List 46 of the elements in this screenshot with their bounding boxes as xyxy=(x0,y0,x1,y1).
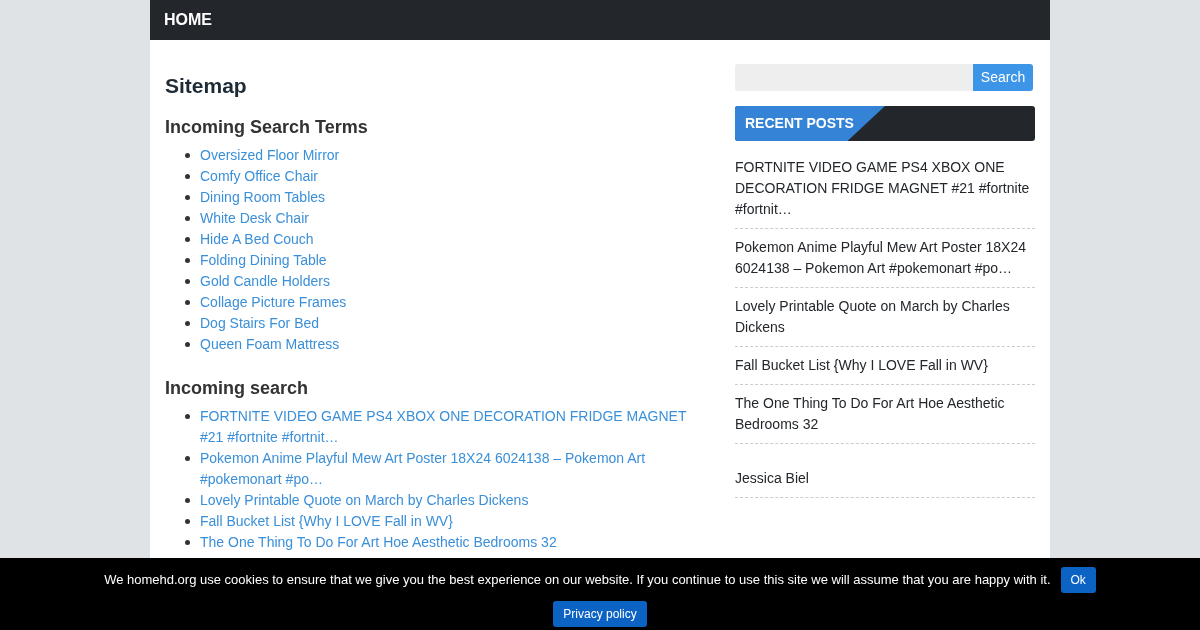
search-field[interactable] xyxy=(735,64,973,91)
sitemap-link[interactable]: Comfy Office Chair xyxy=(200,165,318,187)
section-heading: Incoming search xyxy=(165,376,310,400)
bullet-icon xyxy=(185,173,190,179)
sitemap-link[interactable]: Gold Candle Holders xyxy=(200,270,330,292)
sitemap-link[interactable]: White Desk Chair xyxy=(200,207,309,229)
sitemap-link[interactable]: The One Thing To Do For Art Hoe Aesthetic Bedrooms 32 xyxy=(200,531,557,553)
search-button[interactable]: Search xyxy=(973,64,1033,91)
sitemap-link[interactable]: Queen Foam Mattress xyxy=(200,333,340,355)
bullet-icon xyxy=(185,413,190,419)
widget-title: RECENT POSTS xyxy=(744,114,854,133)
bullet-icon xyxy=(185,236,190,242)
sitemap-link[interactable]: Dining Room Tables xyxy=(200,186,326,208)
recent-post-link[interactable]: Pokemon Anime Playful Mew Art Poster 18X24 6024138 – Pokemon Art #pokemonart #po… xyxy=(735,237,1035,279)
recent-post-link[interactable]: FORTNITE VIDEO GAME PS4 XBOX ONE DECORATION FRIDGE MAGNET #21 #fortnite #fortnit… xyxy=(735,157,1035,220)
page-title: Sitemap xyxy=(165,73,248,99)
sitemap-link[interactable]: Hide A Bed Couch xyxy=(200,228,314,250)
recent-post-link[interactable]: Fall Bucket List {Why I LOVE Fall in WV} xyxy=(735,355,1035,376)
bullet-icon xyxy=(185,341,190,347)
bullet-icon xyxy=(185,455,190,461)
sitemap-link[interactable]: FORTNITE VIDEO GAME PS4 XBOX ONE DECORATION FRIDGE MAGNET #21 #fortnite #fortnit… xyxy=(200,405,710,448)
section-heading: Incoming Search Terms xyxy=(165,115,369,139)
bullet-icon xyxy=(185,278,190,284)
recent-post-link[interactable]: Lovely Printable Quote on March by Charles Dickens xyxy=(735,296,1035,338)
recent-post-link[interactable]: Jessica Biel xyxy=(735,468,1035,489)
bullet-icon xyxy=(185,194,190,200)
bullet-icon xyxy=(185,539,190,545)
sitemap-link[interactable]: Oversized Floor Mirror xyxy=(200,144,340,166)
bullet-icon xyxy=(185,497,190,503)
nav-link[interactable]: HOME xyxy=(164,8,212,32)
bullet-icon xyxy=(185,518,190,524)
bullet-icon xyxy=(185,299,190,305)
ok-button[interactable]: Ok xyxy=(1060,567,1096,593)
sitemap-link[interactable]: Dog Stairs For Bed xyxy=(200,312,320,334)
sitemap-link[interactable]: Collage Picture Frames xyxy=(200,291,347,313)
bullet-icon xyxy=(185,320,190,326)
bullet-icon xyxy=(185,215,190,221)
sitemap-link[interactable]: Lovely Printable Quote on March by Charles Dickens xyxy=(200,489,529,511)
bullet-icon xyxy=(185,257,190,263)
recent-post-link[interactable]: The One Thing To Do For Art Hoe Aesthetic Bedrooms 32 xyxy=(735,393,1035,435)
bullet-icon xyxy=(185,152,190,158)
sitemap-link[interactable]: Pokemon Anime Playful Mew Art Poster 18X24 6024138 – Pokemon Art #pokemonart #po… xyxy=(200,447,710,490)
privacy-policy-button[interactable]: Privacy policy xyxy=(553,601,647,627)
cookie-message: We homehd.org use cookies to ensure that we give you the best experience on our website. If you continue to use this site we will assume that you are happy with it. xyxy=(104,571,1051,590)
sitemap-link[interactable]: Fall Bucket List {Why I LOVE Fall in WV} xyxy=(200,510,453,532)
sitemap-link[interactable]: Folding Dining Table xyxy=(200,249,327,271)
